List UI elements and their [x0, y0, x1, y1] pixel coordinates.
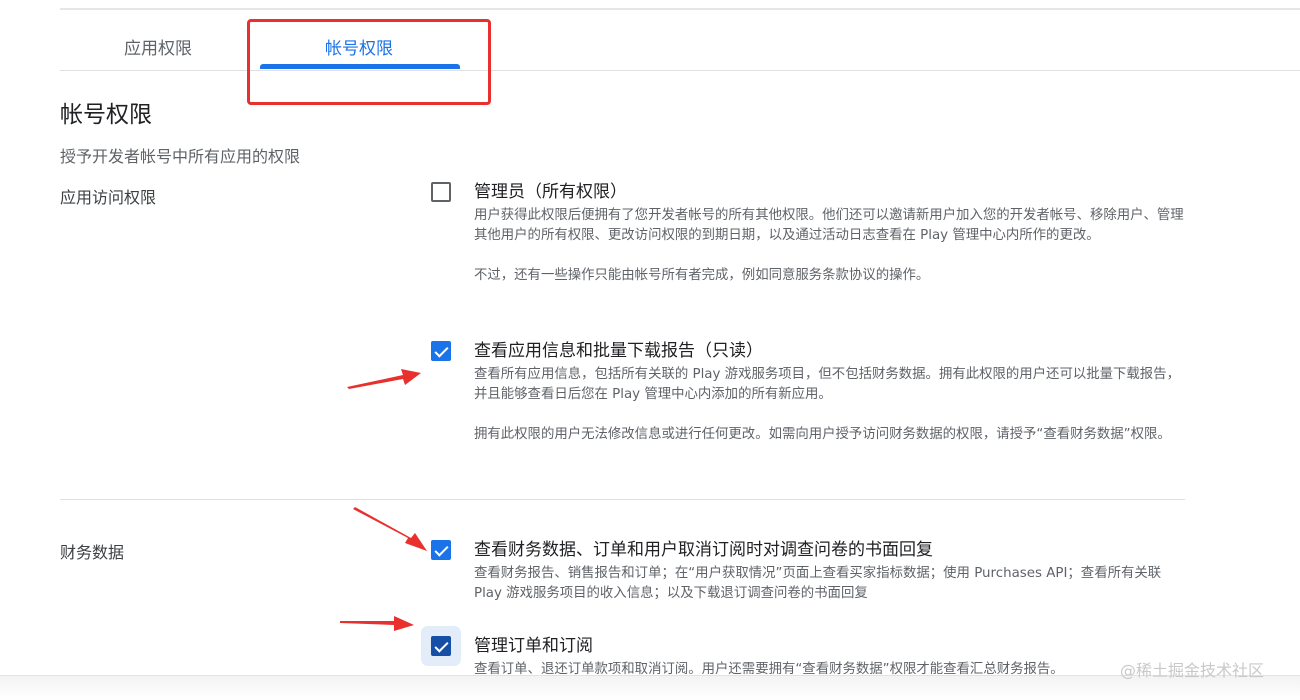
view-app-info-checkbox[interactable]	[431, 341, 451, 361]
annotation-arrow-icon	[347, 369, 421, 389]
page-title: 帐号权限	[60, 102, 152, 128]
manage-orders-checkbox[interactable]	[431, 636, 451, 656]
description-paragraph: 拥有此权限的用户无法修改信息或进行任何更改。如需向用户授予访问财务数据的权限，请…	[474, 427, 1171, 442]
page-subtitle: 授予开发者帐号中所有应用的权限	[60, 147, 301, 166]
description-paragraph: 查看所有应用信息，包括所有关联的 Play 游戏服务项目，但不包括财务数据。拥有…	[474, 367, 1180, 402]
section-divider	[60, 499, 1185, 500]
admin-checkbox[interactable]	[431, 182, 451, 202]
description-paragraph: 不过，还有一些操作只能由帐号所有者完成，例如同意服务条款协议的操作。	[474, 268, 930, 283]
permission-title: 管理订单和订阅	[474, 636, 593, 656]
permission-title: 查看财务数据、订单和用户取消订阅时对调查问卷的书面回复	[474, 540, 933, 560]
tab-bar: 应用权限 帐号权限	[60, 10, 1300, 71]
permission-description: 查看财务报告、销售报告和订单；在“用户获取情况”页面上查看买家指标数据；使用 P…	[474, 564, 1184, 604]
view-financial-checkbox[interactable]	[431, 540, 451, 560]
tab-app-permissions[interactable]: 应用权限	[124, 34, 192, 59]
section-label-app-access: 应用访问权限	[60, 188, 157, 207]
description-paragraph: 查看财务报告、销售报告和订单；在“用户获取情况”页面上查看买家指标数据；使用 P…	[474, 566, 1162, 601]
bottom-scroll-edge	[0, 675, 1300, 700]
annotation-highlight-box	[247, 19, 491, 105]
section-label-financial: 财务数据	[60, 543, 125, 562]
permission-description: 用户获得此权限后便拥有了您开发者帐号的所有其他权限。他们还可以邀请新用户加入您的…	[474, 206, 1184, 286]
permission-description: 查看所有应用信息，包括所有关联的 Play 游戏服务项目，但不包括财务数据。拥有…	[474, 365, 1184, 445]
permission-title: 管理员（所有权限）	[474, 182, 627, 202]
description-paragraph: 用户获得此权限后便拥有了您开发者帐号的所有其他权限。他们还可以邀请新用户加入您的…	[474, 208, 1184, 243]
annotation-arrow-icon	[340, 616, 414, 631]
watermark: @稀土掘金技术社区	[1120, 661, 1265, 680]
annotation-arrow-icon	[353, 507, 427, 551]
permission-title: 查看应用信息和批量下载报告（只读）	[474, 341, 763, 361]
